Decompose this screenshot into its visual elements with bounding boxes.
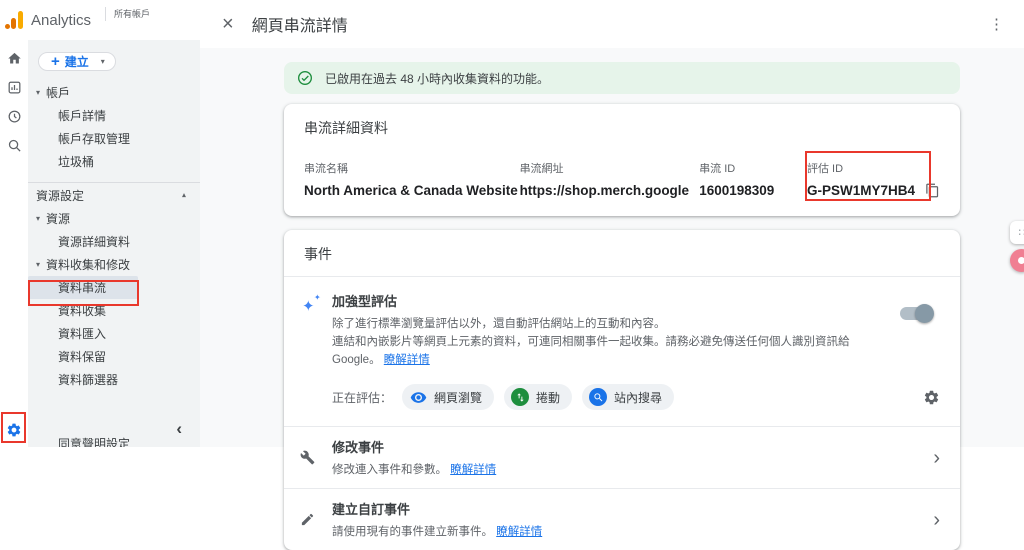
sidebar-item-trash[interactable]: 垃圾桶: [28, 150, 200, 173]
modify-events-description: 修改連入事件和參數。 瞭解詳情: [332, 464, 497, 477]
chevron-down-icon: ▾: [36, 88, 41, 97]
close-icon[interactable]: ×: [222, 14, 234, 34]
banner-text: 已啟用在過去 48 小時內收集資料的功能。: [325, 71, 550, 86]
check-circle-icon: [298, 71, 312, 85]
google-analytics-logo-icon: [5, 11, 23, 29]
left-panel: Analytics 所有帳戶 + 建立 ▾ ▾ 帳戶 帳戶詳情 帳戶存取管理 垃…: [0, 0, 200, 447]
chevron-right-icon[interactable]: ›: [933, 448, 940, 468]
chevron-right-icon[interactable]: ›: [933, 510, 940, 530]
explore-icon[interactable]: [6, 108, 22, 124]
stream-url-field: 串流網址 https://shop.merch.google: [519, 163, 690, 198]
chevron-down-icon: ▾: [36, 260, 41, 269]
stream-details-header: × 網頁串流詳情 ⋮: [200, 0, 1024, 48]
stream-id-field: 串流 ID 1600198309: [699, 163, 775, 198]
enhanced-measurement-settings-gear-icon[interactable]: [923, 389, 940, 406]
chip-scrolls[interactable]: 捲動: [504, 384, 573, 411]
home-icon[interactable]: [6, 50, 22, 66]
sidebar-item-data-retention[interactable]: 資料保留: [28, 345, 200, 368]
page-title: 網頁串流詳情: [251, 18, 348, 35]
chevron-down-icon: ▾: [36, 214, 41, 223]
learn-more-link[interactable]: 瞭解詳情: [450, 464, 496, 476]
pencil-icon: [300, 512, 332, 527]
content-area: 已啟用在過去 48 小時內收集資料的功能。 串流詳細資料 串流名稱 North …: [200, 48, 1024, 550]
eye-icon: [409, 388, 427, 406]
measuring-label: 正在評估：: [332, 390, 393, 405]
modify-events-row[interactable]: 修改事件 修改連入事件和參數。 瞭解詳情 ›: [284, 426, 960, 488]
sidebar-item-consent-settings[interactable]: 同意聲明設定: [28, 432, 200, 447]
copy-icon[interactable]: [925, 183, 940, 198]
enhanced-measurement-toggle[interactable]: [900, 304, 934, 323]
stream-details-title: 串流詳細資料: [304, 120, 388, 136]
wrench-icon: [300, 450, 332, 465]
analytics-admin-app: Analytics 所有帳戶 + 建立 ▾ ▾ 帳戶 帳戶詳情 帳戶存取管理 垃…: [0, 0, 1024, 550]
sidebar-item-account-access[interactable]: 帳戶存取管理: [28, 127, 200, 150]
floating-widget-grid-icon[interactable]: ∷: [1010, 221, 1024, 244]
sidebar-item-data-streams[interactable]: 資料串流: [28, 276, 138, 299]
kebab-menu-icon[interactable]: ⋮: [983, 11, 1010, 37]
sidebar-item-data-import[interactable]: 資料匯入: [28, 322, 200, 345]
stream-details-card: 串流詳細資料 串流名稱 North America & Canada Websi…: [284, 104, 960, 216]
enhanced-measurement-title: 加強型評估: [332, 294, 398, 309]
events-card: 事件 ✦ ✦ 加強型評估 除了進行標準瀏覽量評估以外，還自動評估網站上的互動和內容…: [284, 230, 960, 550]
main-area: × 網頁串流詳情 ⋮ 已啟用在過去 48 小時內收集資料的功能。 串流詳細資料 …: [200, 0, 1024, 550]
reports-icon[interactable]: [6, 79, 22, 95]
stream-name-field: 串流名稱 North America & Canada Website: [304, 163, 518, 198]
advertising-icon[interactable]: [6, 137, 22, 153]
enhanced-measurement-description: 除了進行標準瀏覽量評估以外，還自動評估網站上的互動和內容。 連結和內嵌影片等網頁…: [332, 318, 850, 366]
sidebar-item-data-collection[interactable]: 資料收集: [28, 299, 200, 322]
data-collection-banner: 已啟用在過去 48 小時內收集資料的功能。: [284, 62, 960, 94]
search-icon: [589, 388, 608, 407]
chip-page-views[interactable]: 網頁瀏覽: [402, 384, 495, 411]
admin-gear-icon[interactable]: [6, 422, 22, 438]
sidebar-item-account-details[interactable]: 帳戶詳情: [28, 104, 200, 127]
sidebar: + 建立 ▾ ▾ 帳戶 帳戶詳情 帳戶存取管理 垃圾桶 資源設定 ▾ ▾ 資源 …: [28, 40, 200, 447]
sidebar-item-property-details[interactable]: 資源詳細資料: [28, 230, 200, 253]
create-button[interactable]: + 建立 ▾: [38, 52, 116, 71]
events-title: 事件: [304, 246, 332, 262]
scroll-icon: [511, 388, 530, 407]
chevron-down-icon[interactable]: ▾: [101, 57, 105, 66]
learn-more-link[interactable]: 瞭解詳情: [384, 354, 430, 366]
sidebar-item-account[interactable]: ▾ 帳戶: [28, 81, 200, 104]
dot-icon: [1018, 257, 1024, 264]
sidebar-collapse-icon[interactable]: ‹: [176, 419, 182, 439]
brand-row: Analytics 所有帳戶: [0, 0, 200, 40]
sidebar-item-data-filters[interactable]: 資料篩選器: [28, 368, 200, 391]
measuring-row: 正在評估： 網頁瀏覽 捲動 站內搜尋: [284, 369, 960, 426]
learn-more-link[interactable]: 瞭解詳情: [496, 526, 542, 538]
enhanced-measurement-section: ✦ ✦ 加強型評估 除了進行標準瀏覽量評估以外，還自動評估網站上的互動和內容。 連…: [284, 277, 960, 369]
create-custom-events-description: 請使用現有的事件建立新事件。 瞭解詳情: [332, 526, 543, 539]
chip-site-search[interactable]: 站內搜尋: [582, 384, 675, 411]
brand-name: Analytics: [31, 11, 92, 29]
create-custom-events-row[interactable]: 建立自訂事件 請使用現有的事件建立新事件。 瞭解詳情 ›: [284, 488, 960, 550]
account-switcher[interactable]: 所有帳戶: [105, 7, 150, 21]
nav-rail: [0, 40, 28, 447]
measurement-id-field: 評估 ID G-PSW1MY7HB4: [807, 160, 940, 198]
chevron-up-icon[interactable]: ▾: [182, 191, 186, 200]
property-settings-header[interactable]: 資源設定 ▾: [28, 183, 200, 207]
sidebar-menu: ▾ 帳戶 帳戶詳情 帳戶存取管理 垃圾桶 資源設定 ▾ ▾ 資源 資源詳細資料 …: [28, 81, 200, 447]
sidebar-item-data-collection-group[interactable]: ▾ 資料收集和修改: [28, 253, 200, 276]
plus-icon: +: [51, 53, 60, 70]
sidebar-item-property[interactable]: ▾ 資源: [28, 207, 200, 230]
sparkle-icon: ✦ ✦: [302, 293, 321, 315]
